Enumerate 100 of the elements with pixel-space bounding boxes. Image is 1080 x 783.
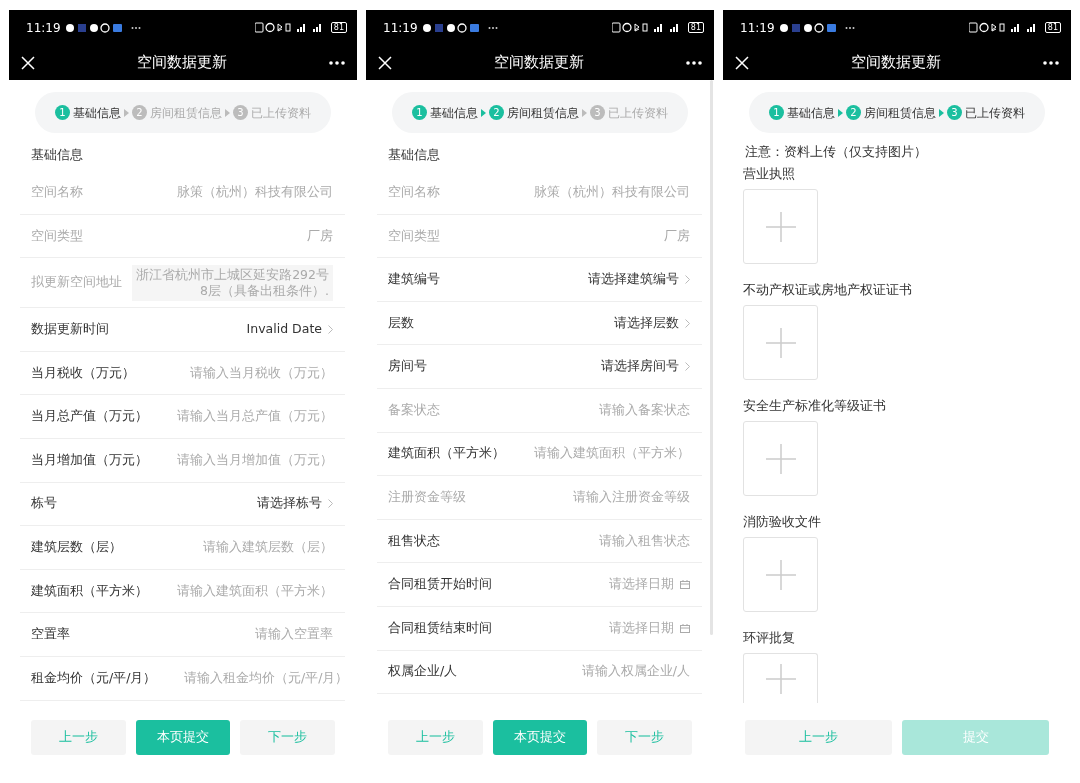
field-label: 栋号 [31, 494, 57, 513]
field-label: 数据更新时间 [31, 320, 109, 339]
step-number: 2 [132, 105, 147, 120]
upload-label: 营业执照 [742, 165, 796, 183]
status-time: 11:19 [26, 19, 61, 37]
field-label: 备案状态 [388, 400, 440, 419]
close-icon[interactable] [378, 55, 392, 70]
more-icon [130, 25, 141, 30]
step-label: 已上传资料 [251, 104, 311, 122]
step-button[interactable]: 上一步 [388, 720, 483, 755]
field-label: 注册资金等级 [388, 488, 466, 507]
upload-label: 安全生产标准化等级证书 [742, 397, 887, 415]
status-time: 11:19 [383, 19, 418, 37]
page-title: 空间数据更新 [137, 52, 227, 74]
field-label: 当月总产值（万元） [31, 407, 148, 426]
field-label: 房间号 [388, 357, 427, 376]
battery-indicator: 81 [687, 22, 704, 33]
input-field[interactable]: 请输入租售状态 [595, 531, 690, 551]
field-label: 拟更新空间地址 [31, 273, 122, 292]
chevron-right-icon [328, 499, 333, 509]
step-button[interactable]: 本页提交 [135, 720, 231, 755]
step-button[interactable]: 本页提交 [492, 720, 588, 755]
step-number: 1 [55, 105, 70, 120]
more-icon [487, 25, 498, 30]
select-value[interactable]: 请选择建筑编号 [588, 270, 679, 289]
upload-label: 不动产权证或房地产权证证书 [742, 281, 913, 299]
section-title: 基础信息 [30, 146, 84, 164]
more-icon [844, 25, 855, 30]
input-field[interactable]: 请输入建筑面积（平方米） [173, 581, 333, 601]
plus-icon [765, 443, 796, 474]
chevron-right-icon [685, 318, 690, 328]
status-time: 11:19 [740, 19, 775, 37]
input-field[interactable]: 请输入权属企业/人 [569, 662, 690, 682]
input-field[interactable]: 请输入当月税收（万元） [186, 363, 333, 383]
input-field[interactable]: 请选择日期 [605, 575, 674, 594]
step-button[interactable]: 下一步 [240, 720, 335, 755]
input-field[interactable]: 请选择日期 [605, 618, 674, 638]
step-label: 房间租赁信息 [507, 104, 579, 122]
input-field[interactable]: 请输入当月总产值（万元） [173, 407, 333, 427]
select-value[interactable]: 请选择栋号 [257, 494, 322, 514]
field-label: 合同租赁结束时间 [388, 618, 492, 637]
step-label: 房间租赁信息 [150, 104, 222, 122]
field-label: 租售状态 [388, 531, 440, 550]
battery-indicator: 81 [330, 22, 347, 33]
step-label: 基础信息 [73, 104, 121, 122]
step-button[interactable]: 上一步 [745, 720, 892, 755]
field-label: 层数 [388, 313, 414, 332]
field-value: 厂房 [664, 226, 690, 245]
field-label: 合同租赁开始时间 [388, 575, 492, 594]
select-value[interactable]: Invalid Date [246, 320, 322, 339]
input-field[interactable]: 请输入建筑面积（平方米） [530, 444, 690, 464]
field-label: 空间类型 [388, 226, 440, 245]
more-icon[interactable] [329, 60, 345, 65]
calendar-icon [680, 580, 690, 590]
field-value: 浙江省杭州市上城区延安路292号 8层（具备出租条件）. [132, 264, 333, 301]
chevron-right-icon [328, 325, 333, 334]
more-icon[interactable] [686, 60, 702, 65]
chevron-right-icon [685, 362, 690, 372]
field-label: 建筑编号 [388, 270, 440, 289]
input-field[interactable]: 请输入空置率 [251, 625, 333, 644]
step-label: 房间租赁信息 [864, 104, 936, 122]
field-label: 当月税收（万元） [31, 363, 135, 382]
step-button[interactable]: 上一步 [31, 720, 126, 755]
calendar-icon [680, 623, 690, 633]
field-label: 空置率 [31, 625, 70, 644]
more-icon[interactable] [1043, 60, 1059, 65]
step-button[interactable]: 下一步 [597, 720, 692, 755]
chevron-right-icon [685, 275, 690, 284]
plus-icon [765, 211, 796, 242]
close-icon[interactable] [21, 55, 35, 70]
field-label: 当月增加值（万元） [31, 450, 148, 469]
input-field[interactable]: 请输入建筑层数（层） [199, 538, 333, 557]
input-field[interactable]: 请输入当月增加值（万元） [173, 450, 333, 470]
step-label: 基础信息 [787, 104, 835, 122]
upload-label: 消防验收文件 [742, 513, 822, 531]
field-label: 建筑面积（平方米） [388, 444, 505, 463]
field-label: 租金均价（元/平/月） [31, 668, 157, 687]
select-value[interactable]: 请选择房间号 [601, 357, 679, 377]
notice-text: 注意：资料上传（仅支持图片） [744, 143, 928, 161]
field-label: 建筑面积（平方米） [31, 581, 148, 600]
step-label: 基础信息 [430, 104, 478, 122]
page-title: 空间数据更新 [851, 52, 941, 74]
step-number: 3 [233, 105, 248, 120]
step-label: 已上传资料 [608, 104, 668, 122]
field-value: 脉策（杭州）科技有限公司 [534, 182, 690, 201]
close-icon[interactable] [735, 55, 749, 70]
input-field[interactable]: 请输入租金均价（元/平/月） [162, 668, 349, 688]
select-value[interactable]: 请选择层数 [614, 313, 679, 333]
field-value: 脉策（杭州）科技有限公司 [177, 182, 333, 201]
step-number: 2 [489, 105, 504, 120]
plus-icon [765, 663, 796, 694]
section-title: 基础信息 [387, 146, 441, 164]
step-number: 3 [947, 105, 962, 120]
field-value: 厂房 [307, 226, 333, 245]
plus-icon [765, 559, 796, 590]
battery-indicator: 81 [1044, 22, 1061, 33]
step-number: 3 [590, 105, 605, 120]
step-number: 2 [846, 105, 861, 120]
field-label: 空间名称 [388, 182, 440, 201]
step-number: 1 [412, 105, 427, 120]
